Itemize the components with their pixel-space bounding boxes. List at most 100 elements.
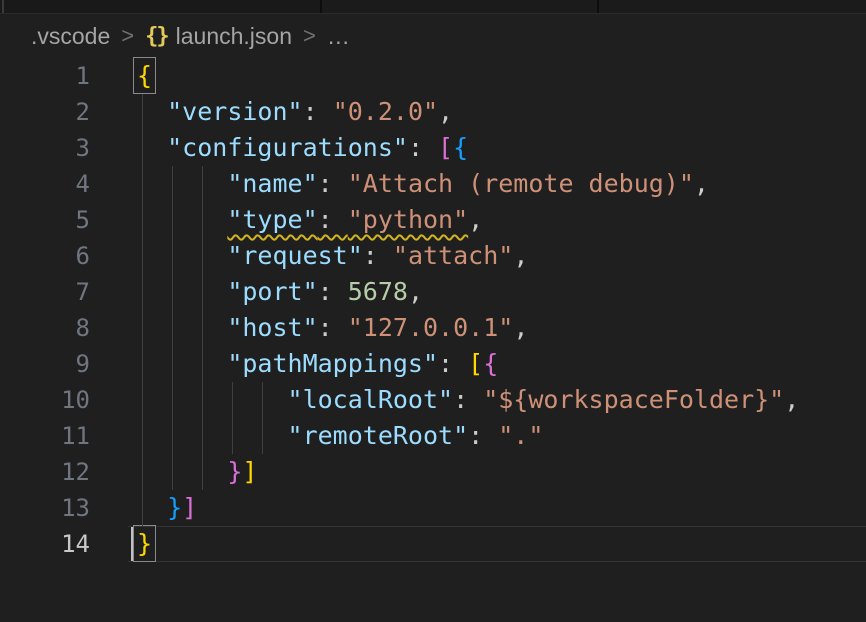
- line-number[interactable]: 7: [0, 274, 128, 310]
- line-number[interactable]: 13: [0, 490, 128, 526]
- code-line[interactable]: 9 "pathMappings": [{: [0, 346, 866, 382]
- line-number[interactable]: 10: [0, 382, 128, 418]
- code-token: ,: [468, 205, 483, 234]
- code-token: "127.0.0.1": [348, 313, 514, 342]
- code-token: "name": [227, 169, 317, 198]
- indent-guide: [172, 166, 173, 490]
- breadcrumb-item[interactable]: …: [327, 23, 350, 50]
- code-token: }: [227, 457, 242, 486]
- code-text[interactable]: "host": "127.0.0.1",: [128, 310, 866, 346]
- line-number[interactable]: 9: [0, 346, 128, 382]
- code-token: :: [318, 313, 348, 342]
- code-line[interactable]: 10 "localRoot": "${workspaceFolder}",: [0, 382, 866, 418]
- code-token: [: [468, 349, 483, 378]
- line-number[interactable]: 6: [0, 238, 128, 274]
- code-text[interactable]: }]: [128, 454, 866, 490]
- code-token: :: [408, 133, 438, 162]
- code-token: }: [137, 529, 152, 558]
- code-line[interactable]: 2 "version": "0.2.0",: [0, 94, 866, 130]
- code-token: ".": [498, 421, 543, 450]
- code-token: [: [438, 133, 453, 162]
- code-token: :: [303, 97, 333, 126]
- code-token: {: [137, 61, 152, 90]
- code-token-warning: "type": [227, 205, 317, 234]
- code-token: "0.2.0": [333, 97, 438, 126]
- code-token: 5678: [348, 277, 408, 306]
- code-line[interactable]: 8 "host": "127.0.0.1",: [0, 310, 866, 346]
- code-token: :: [318, 277, 348, 306]
- code-token: ,: [784, 385, 799, 414]
- code-line[interactable]: 7 "port": 5678,: [0, 274, 866, 310]
- code-text[interactable]: "type": "python",: [128, 202, 866, 238]
- code-text[interactable]: "request": "attach",: [128, 238, 866, 274]
- indent-guide: [142, 94, 143, 526]
- code-token: ,: [408, 277, 423, 306]
- code-token: "attach": [393, 241, 513, 270]
- code-text[interactable]: "port": 5678,: [128, 274, 866, 310]
- breadcrumb: .vscode>{}launch.json>…: [0, 14, 866, 58]
- code-token: :: [453, 385, 483, 414]
- code-token: ]: [182, 493, 197, 522]
- tab-segment[interactable]: [599, 0, 866, 13]
- code-text[interactable]: {: [128, 58, 866, 94]
- code-token: "port": [227, 277, 317, 306]
- breadcrumb-item[interactable]: .vscode: [31, 23, 110, 50]
- code-token: "localRoot": [288, 385, 454, 414]
- code-token: "host": [227, 313, 317, 342]
- vscode-window: { "window": { "background": "#1f1f1f" },…: [0, 0, 866, 622]
- line-number[interactable]: 1: [0, 58, 128, 94]
- code-line[interactable]: 6 "request": "attach",: [0, 238, 866, 274]
- code-token: "remoteRoot": [288, 421, 469, 450]
- code-line[interactable]: 13 }]: [0, 490, 866, 526]
- breadcrumb-label: .vscode: [31, 23, 110, 50]
- line-number[interactable]: 4: [0, 166, 128, 202]
- line-number[interactable]: 2: [0, 94, 128, 130]
- line-number[interactable]: 5: [0, 202, 128, 238]
- indent-guide: [232, 382, 233, 454]
- code-token: ,: [513, 241, 528, 270]
- code-token: :: [468, 421, 498, 450]
- code-token: :: [318, 169, 348, 198]
- code-token: }: [167, 493, 182, 522]
- tab-segment[interactable]: [0, 0, 322, 13]
- code-line[interactable]: 14}: [0, 526, 866, 562]
- line-number[interactable]: 3: [0, 130, 128, 166]
- code-line[interactable]: 11 "remoteRoot": ".": [0, 418, 866, 454]
- tab-segment[interactable]: [322, 0, 599, 13]
- text-cursor: [131, 527, 133, 561]
- breadcrumb-label: launch.json: [176, 23, 292, 50]
- breadcrumb-label: …: [327, 23, 350, 50]
- code-text[interactable]: }: [128, 526, 866, 562]
- code-line[interactable]: 4 "name": "Attach (remote debug)",: [0, 166, 866, 202]
- code-token: ,: [513, 313, 528, 342]
- code-line[interactable]: 5 "type": "python",: [0, 202, 866, 238]
- code-token: "request": [227, 241, 362, 270]
- line-number[interactable]: 11: [0, 418, 128, 454]
- code-text[interactable]: "localRoot": "${workspaceFolder}",: [128, 382, 866, 418]
- json-object-icon: {}: [145, 24, 168, 49]
- editor-pane[interactable]: 1{2 "version": "0.2.0",3 "configurations…: [0, 58, 866, 622]
- line-number[interactable]: 14: [0, 526, 128, 562]
- code-text[interactable]: "version": "0.2.0",: [128, 94, 866, 130]
- code-text[interactable]: "name": "Attach (remote debug)",: [128, 166, 866, 202]
- line-number[interactable]: 8: [0, 310, 128, 346]
- code-token: ,: [694, 169, 709, 198]
- code-token: ]: [242, 457, 257, 486]
- tab-bar: [0, 0, 866, 14]
- code-token: {: [453, 133, 468, 162]
- indent-guide: [262, 382, 263, 454]
- breadcrumb-item[interactable]: {} launch.json: [145, 23, 292, 50]
- code-line[interactable]: 12 }]: [0, 454, 866, 490]
- code-token: :: [438, 349, 468, 378]
- code-text[interactable]: "remoteRoot": ".": [128, 418, 866, 454]
- code-token: {: [483, 349, 498, 378]
- code-token: "pathMappings": [227, 349, 438, 378]
- code-text[interactable]: "configurations": [{: [128, 130, 866, 166]
- code-line[interactable]: 3 "configurations": [{: [0, 130, 866, 166]
- code-token: "configurations": [167, 133, 408, 162]
- code-token: "Attach (remote debug)": [348, 169, 694, 198]
- code-line[interactable]: 1{: [0, 58, 866, 94]
- code-text[interactable]: }]: [128, 490, 866, 526]
- line-number[interactable]: 12: [0, 454, 128, 490]
- code-text[interactable]: "pathMappings": [{: [128, 346, 866, 382]
